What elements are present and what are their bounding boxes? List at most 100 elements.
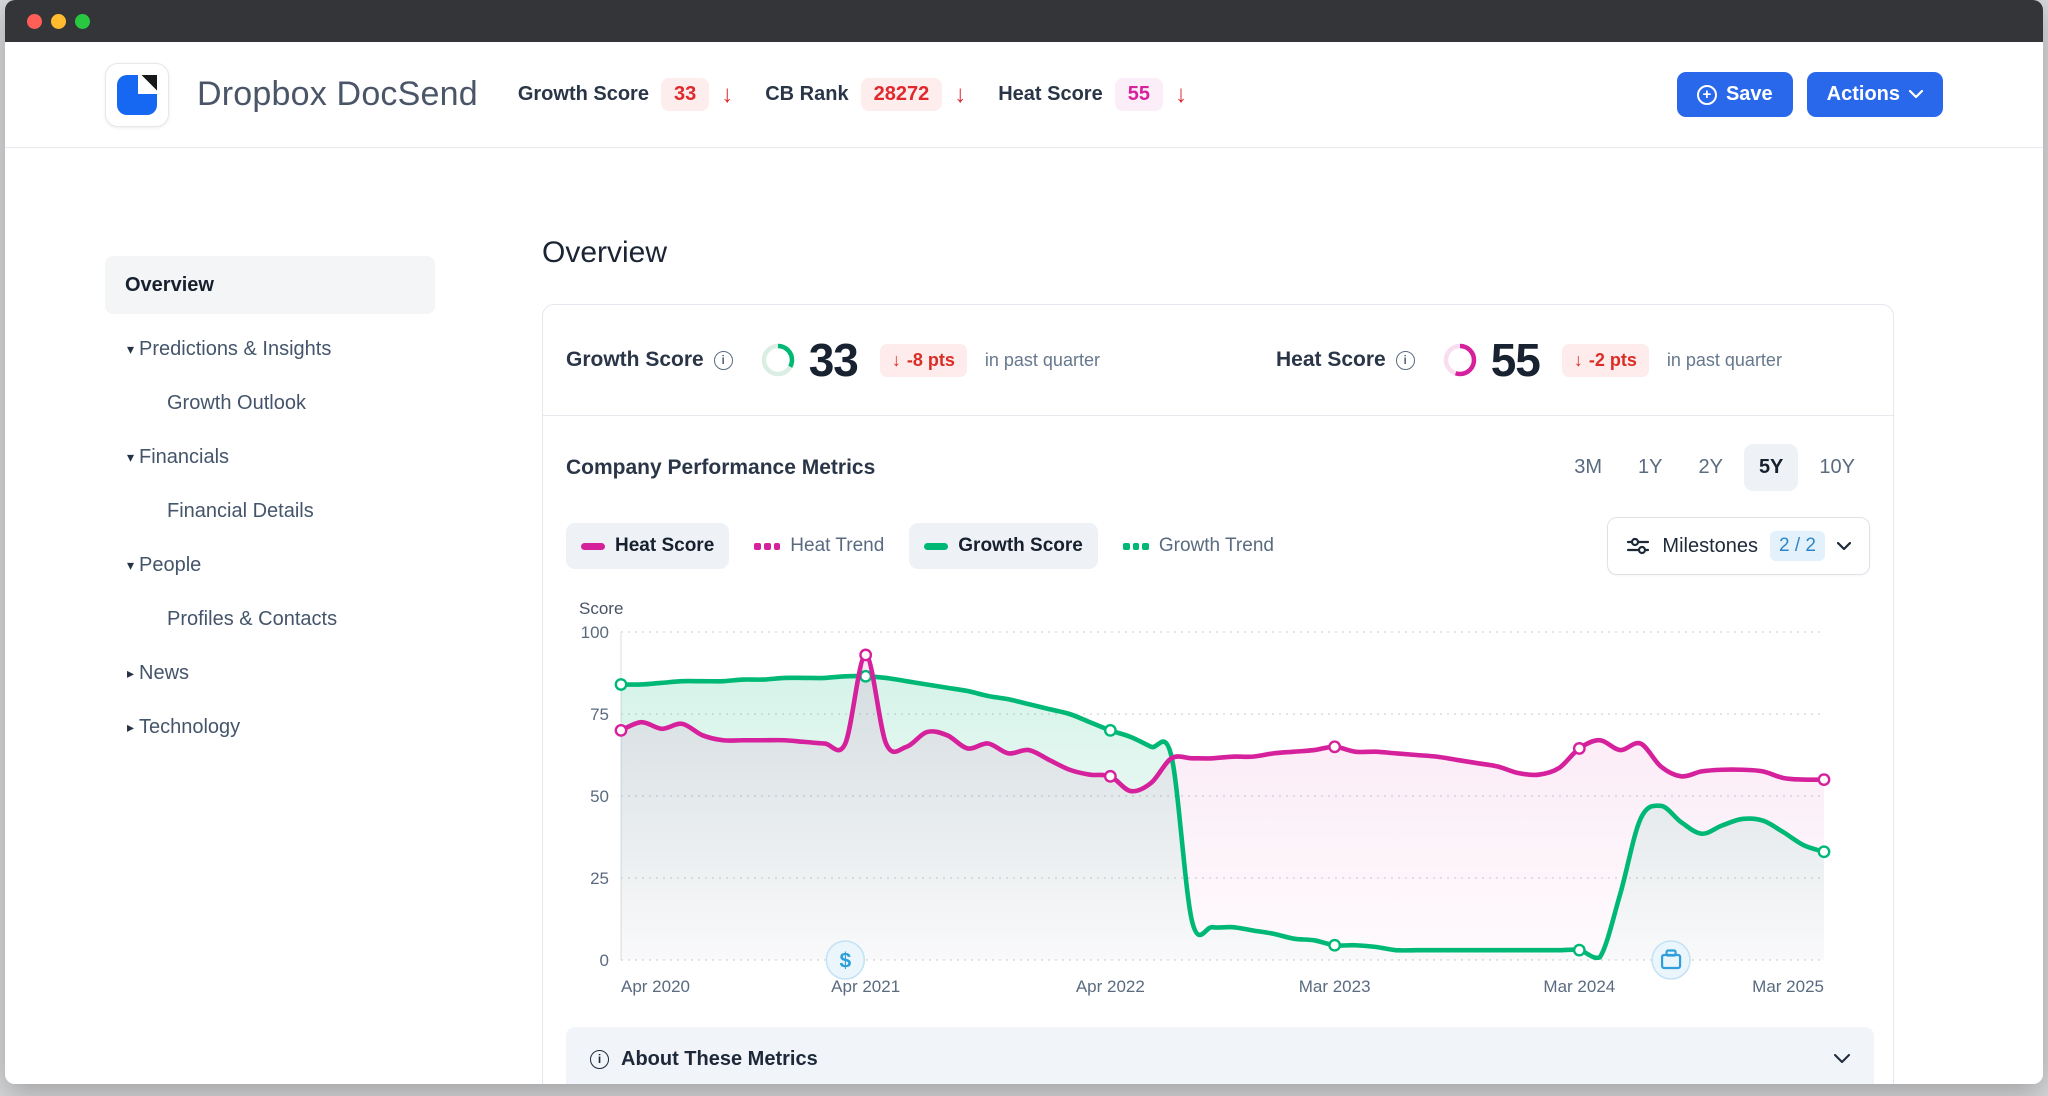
svg-text:$: $	[839, 950, 851, 973]
sidebar-nav: Overview ▾ Predictions & Insights Growth…	[105, 256, 435, 754]
sidebar-item-financial-details[interactable]: Financial Details	[105, 484, 435, 538]
heat-score-swatch	[581, 543, 605, 550]
y-tick-label: 25	[590, 869, 609, 888]
down-arrow-icon: ↓	[721, 83, 733, 107]
briefcase-milestone-icon[interactable]	[1652, 941, 1690, 979]
down-arrow-icon: ↓	[1175, 83, 1187, 107]
header-metric-heat-score: Heat Score 55 ↓	[998, 78, 1187, 111]
growth-score-swatch	[924, 543, 948, 550]
x-tick-label: Apr 2020	[621, 977, 690, 996]
down-arrow-icon: ↓	[954, 83, 966, 107]
header-metric-growth-score: Growth Score 33 ↓	[518, 78, 733, 111]
score-summary-row: Growth Score i 33 ↓ -8 pts in past quart…	[543, 305, 1893, 415]
caret-down-icon: ▾	[105, 341, 139, 358]
x-tick-label: Mar 2024	[1543, 977, 1615, 996]
info-icon: i	[590, 1050, 609, 1069]
range-tab-2y[interactable]: 2Y	[1683, 444, 1737, 491]
caret-right-icon: ▸	[105, 719, 139, 736]
data-point-marker	[1819, 774, 1829, 784]
legend-heat-score[interactable]: Heat Score	[566, 523, 729, 569]
data-point-marker	[1329, 742, 1339, 752]
save-button[interactable]: + Save	[1677, 72, 1793, 117]
growth-score-summary: Growth Score i 33 ↓ -8 pts in past quart…	[566, 333, 1100, 387]
milestones-count-badge: 2 / 2	[1770, 531, 1825, 561]
growth-score-donut	[759, 341, 797, 379]
sidebar-item-predictions-insights[interactable]: ▾ Predictions & Insights	[105, 322, 435, 376]
caret-down-icon: ▾	[105, 557, 139, 574]
plus-circle-icon: +	[1697, 85, 1717, 105]
range-tab-3m[interactable]: 3M	[1559, 444, 1617, 491]
x-tick-label: Mar 2025	[1752, 977, 1824, 996]
sidebar-item-profiles-contacts[interactable]: Profiles & Contacts	[105, 592, 435, 646]
y-tick-label: 50	[590, 787, 609, 806]
company-name: Dropbox DocSend	[197, 75, 478, 114]
data-point-marker	[1329, 940, 1339, 950]
chevron-down-icon	[1909, 90, 1923, 99]
header-metrics: Growth Score 33 ↓ CB Rank 28272 ↓ Heat S…	[518, 78, 1205, 111]
cb-rank-badge: 28272	[861, 78, 943, 111]
data-point-marker	[1819, 847, 1829, 857]
heat-trend-swatch	[754, 543, 780, 550]
growth-score-badge: 33	[661, 78, 709, 111]
growth-trend-swatch	[1123, 543, 1149, 550]
y-tick-label: 0	[600, 951, 609, 970]
heat-score-badge: 55	[1115, 78, 1163, 111]
x-tick-label: Apr 2022	[1076, 977, 1145, 996]
x-tick-label: Apr 2021	[831, 977, 900, 996]
data-point-marker	[860, 671, 870, 681]
range-tab-5y[interactable]: 5Y	[1744, 444, 1798, 491]
company-logo	[105, 63, 169, 127]
milestones-dropdown[interactable]: Milestones 2 / 2	[1607, 517, 1870, 575]
docsend-logo-icon	[117, 75, 157, 115]
performance-chart[interactable]: Score0255075100Apr 2020Apr 2021Apr 2022M…	[543, 592, 1895, 1012]
dollar-milestone-icon[interactable]: $	[826, 941, 864, 979]
zoom-window-button[interactable]	[75, 14, 90, 29]
caret-right-icon: ▸	[105, 665, 139, 682]
time-range-tabs: 3M 1Y 2Y 5Y 10Y	[1559, 444, 1870, 491]
sidebar-item-financials[interactable]: ▾ Financials	[105, 430, 435, 484]
range-tab-10y[interactable]: 10Y	[1804, 444, 1870, 491]
growth-delta-badge: ↓ -8 pts	[880, 344, 967, 377]
data-point-marker	[616, 679, 626, 689]
app-window: Dropbox DocSend Growth Score 33 ↓ CB Ran…	[5, 0, 2043, 1084]
sidebar-item-people[interactable]: ▾ People	[105, 538, 435, 592]
header-metric-cb-rank: CB Rank 28272 ↓	[765, 78, 966, 111]
data-point-marker	[616, 725, 626, 735]
app-header: Dropbox DocSend Growth Score 33 ↓ CB Ran…	[5, 42, 2043, 148]
window-titlebar	[5, 0, 2043, 42]
sidebar-item-overview[interactable]: Overview	[105, 256, 435, 314]
sidebar-item-technology[interactable]: ▸ Technology	[105, 700, 435, 754]
sliders-icon	[1626, 534, 1650, 558]
data-point-marker	[1574, 945, 1584, 955]
sidebar-item-growth-outlook[interactable]: Growth Outlook	[105, 376, 435, 430]
chevron-down-icon	[1837, 542, 1851, 551]
caret-down-icon: ▾	[105, 449, 139, 466]
chevron-down-icon	[1834, 1054, 1850, 1064]
down-arrow-icon: ↓	[1574, 351, 1583, 369]
overview-card: Growth Score i 33 ↓ -8 pts in past quart…	[542, 304, 1894, 1084]
sidebar-item-news[interactable]: ▸ News	[105, 646, 435, 700]
down-arrow-icon: ↓	[892, 351, 901, 369]
legend-heat-trend[interactable]: Heat Trend	[739, 523, 899, 569]
legend-growth-score[interactable]: Growth Score	[909, 523, 1098, 569]
range-tab-1y[interactable]: 1Y	[1623, 444, 1677, 491]
data-point-marker	[1105, 771, 1115, 781]
y-axis-title: Score	[579, 599, 623, 618]
info-icon[interactable]: i	[714, 351, 733, 370]
actions-button[interactable]: Actions	[1807, 72, 1943, 117]
data-point-marker	[1105, 725, 1115, 735]
heat-score-summary: Heat Score i 55 ↓ -2 pts in past quarter	[1276, 333, 1782, 387]
data-point-marker	[860, 650, 870, 660]
info-icon[interactable]: i	[1396, 351, 1415, 370]
x-tick-label: Mar 2023	[1299, 977, 1371, 996]
page-title: Overview	[542, 236, 1894, 270]
y-tick-label: 75	[590, 705, 609, 724]
metrics-panel-title: Company Performance Metrics	[566, 456, 875, 480]
about-metrics-toggle[interactable]: i About These Metrics	[566, 1027, 1874, 1084]
minimize-window-button[interactable]	[51, 14, 66, 29]
legend-growth-trend[interactable]: Growth Trend	[1108, 523, 1289, 569]
data-point-marker	[1574, 743, 1584, 753]
heat-delta-badge: ↓ -2 pts	[1562, 344, 1649, 377]
close-window-button[interactable]	[27, 14, 42, 29]
heat-score-donut	[1441, 341, 1479, 379]
